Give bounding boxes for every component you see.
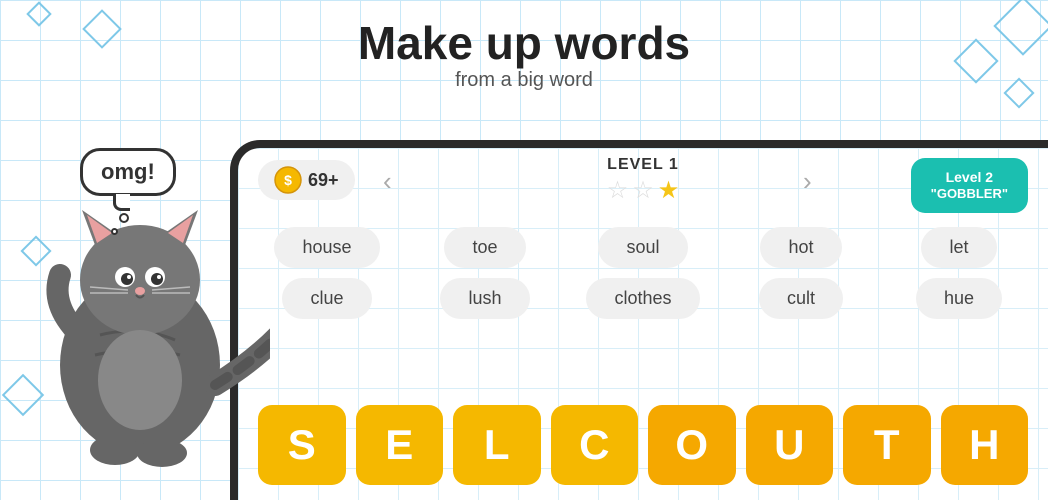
star-1: ☆ (607, 176, 629, 205)
coin-amount: 69+ (308, 170, 339, 191)
word-column-2: toe lush (406, 227, 564, 319)
tiles-area: S E L C O U T H (258, 405, 1028, 485)
tile-O[interactable]: O (648, 405, 736, 485)
coin-display: $ 69+ (258, 160, 355, 200)
tile-U[interactable]: U (746, 405, 834, 485)
nav-arrow-right[interactable]: › (803, 166, 812, 197)
cat-character (0, 0, 270, 500)
word-grid: house clue toe lush soul clothes hot cul… (238, 212, 1048, 334)
next-level-button[interactable]: Level 2 "GOBBLER" (911, 158, 1028, 213)
speech-bubble: omg! (80, 148, 176, 196)
word-pill-clothes[interactable]: clothes (586, 278, 699, 319)
tile-S[interactable]: S (258, 405, 346, 485)
word-pill-hot[interactable]: hot (760, 227, 841, 268)
word-pill-hue[interactable]: hue (916, 278, 1002, 319)
tile-L[interactable]: L (453, 405, 541, 485)
word-pill-lush[interactable]: lush (440, 278, 529, 319)
word-pill-soul[interactable]: soul (598, 227, 687, 268)
level-label: LEVEL 1 (607, 156, 680, 174)
word-pill-toe[interactable]: toe (444, 227, 525, 268)
star-3: ★ (658, 176, 680, 205)
word-column-5: let hue (880, 227, 1038, 319)
word-pill-cult[interactable]: cult (759, 278, 843, 319)
star-2: ☆ (632, 176, 654, 205)
level-section: LEVEL 1 ☆ ☆ ★ (607, 156, 680, 205)
coin-icon: $ (274, 166, 302, 194)
next-level-label: Level 2 (931, 168, 1008, 186)
tile-E[interactable]: E (356, 405, 444, 485)
stars: ☆ ☆ ★ (607, 176, 680, 205)
word-pill-clue[interactable]: clue (282, 278, 371, 319)
svg-text:$: $ (284, 172, 292, 188)
next-level-word: "GOBBLER" (931, 186, 1008, 203)
top-bar: $ 69+ ‹ LEVEL 1 ☆ ☆ ★ › (238, 148, 1048, 212)
game-area: $ 69+ ‹ LEVEL 1 ☆ ☆ ★ › (230, 140, 1048, 500)
word-pill-let[interactable]: let (921, 227, 996, 268)
nav-arrow-left[interactable]: ‹ (383, 166, 392, 197)
tile-T[interactable]: T (843, 405, 931, 485)
game-panel: $ 69+ ‹ LEVEL 1 ☆ ☆ ★ › (238, 148, 1048, 500)
tile-C[interactable]: C (551, 405, 639, 485)
word-column-1: house clue (248, 227, 406, 319)
tile-H[interactable]: H (941, 405, 1029, 485)
word-column-4: hot cult (722, 227, 880, 319)
speech-bubble-text: omg! (101, 159, 155, 184)
bubble-dot-1 (119, 213, 129, 223)
word-pill-house[interactable]: house (274, 227, 379, 268)
bubble-dot-2 (111, 228, 118, 235)
word-column-3: soul clothes (564, 227, 722, 319)
